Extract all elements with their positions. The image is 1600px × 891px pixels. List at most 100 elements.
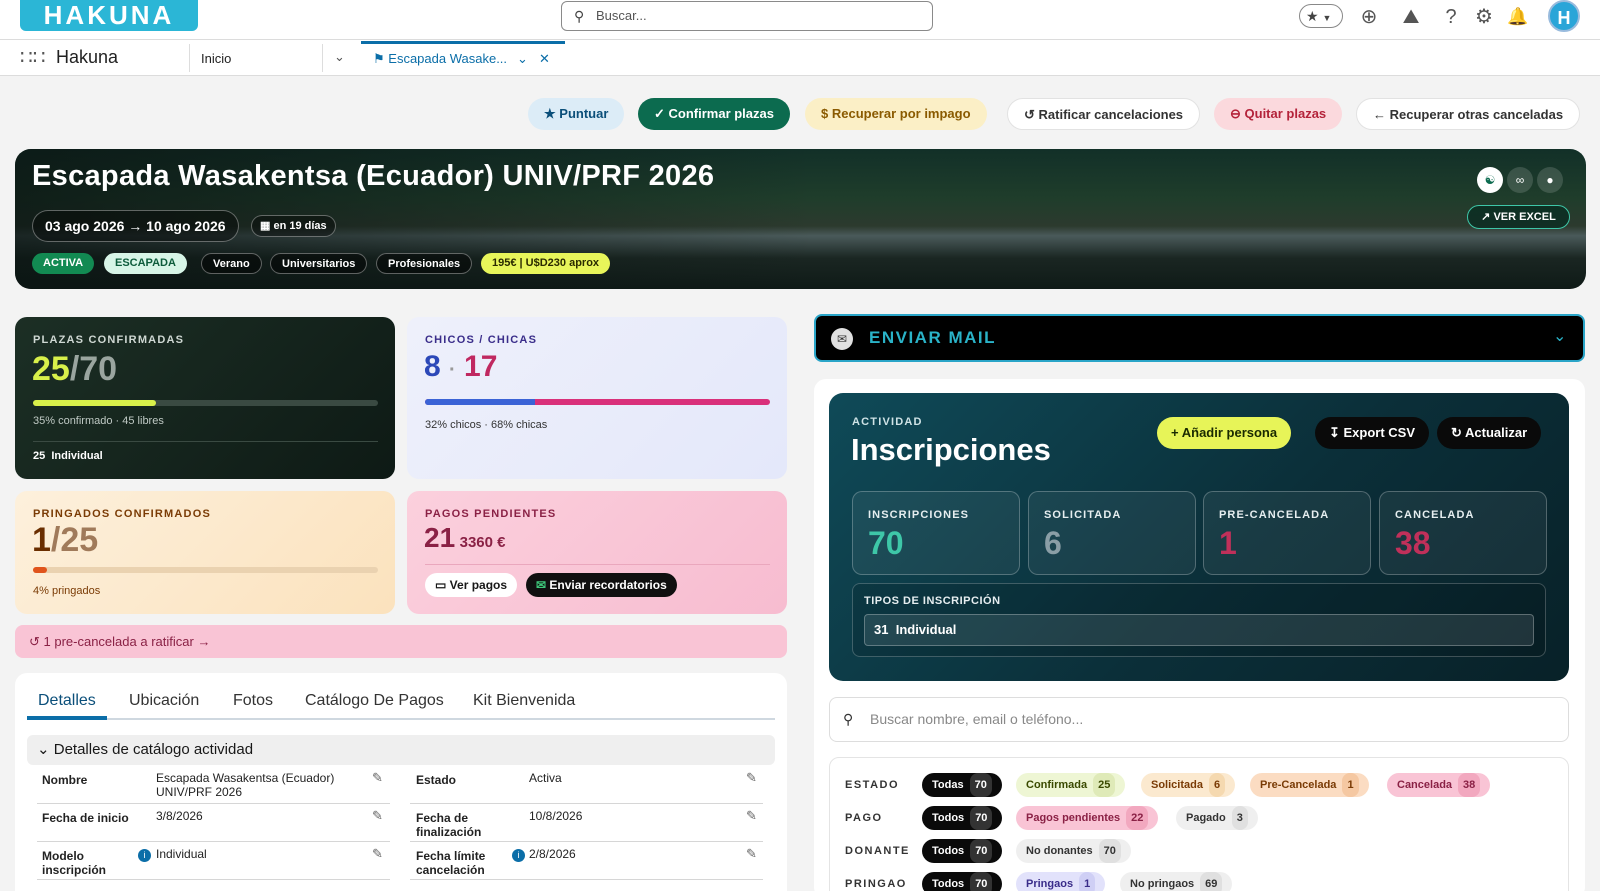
filter-chip-pringaos[interactable]: Pringaos 1	[1016, 872, 1106, 891]
ver-pagos-button[interactable]: ▭ Ver pagos	[425, 573, 518, 597]
tab-inicio[interactable]: Inicio	[201, 51, 231, 66]
filter-chip-pringao-todos[interactable]: Todos 70	[922, 872, 1003, 891]
chip-count: 1	[1079, 872, 1096, 891]
edit-icon[interactable]: ✎	[372, 846, 383, 862]
stat-solicitada[interactable]: SOLICITADA 6	[1028, 491, 1196, 575]
tab-fotos[interactable]: Fotos	[233, 692, 273, 710]
filter-chip-pago-todos[interactable]: Todos 70	[922, 806, 1003, 830]
divider	[425, 564, 770, 565]
lock-icon[interactable]: ●	[1537, 167, 1563, 193]
export-csv-button[interactable]: ↧ Export CSV	[1315, 417, 1430, 449]
tipo-count: 31	[874, 622, 889, 637]
participant-search-placeholder: Buscar nombre, email o teléfono...	[870, 711, 1084, 727]
globe-icon[interactable]: ☯	[1477, 167, 1503, 193]
edit-icon[interactable]: ✎	[372, 808, 383, 824]
divider	[37, 841, 390, 842]
filter-label-estado: ESTADO	[845, 779, 900, 791]
filter-chip-no-pringaos[interactable]: No pringaos 69	[1120, 872, 1233, 891]
ratificar-cancelaciones-button[interactable]: ↺ Ratificar cancelaciones	[1007, 98, 1201, 130]
tab-menu-chevron-icon[interactable]: ⌄	[517, 44, 528, 74]
bell-icon[interactable]: 🔔	[1506, 4, 1530, 30]
filter-chip-no-donantes[interactable]: No donantes 70	[1016, 839, 1131, 863]
stat-label: INSCRIPCIONES	[868, 509, 970, 521]
tab-kit-bienvenida[interactable]: Kit Bienvenida	[473, 692, 575, 710]
tag-universitarios: Universitarios	[270, 253, 368, 274]
filter-chip-estado-todas[interactable]: Todas 70	[922, 773, 1002, 797]
gear-icon[interactable]: ⚙	[1472, 4, 1496, 30]
filter-chip-confirmada[interactable]: Confirmada 25	[1016, 773, 1126, 797]
filter-chip-donante-todos[interactable]: Todos 70	[922, 839, 1003, 863]
pagos-label: PAGOS PENDIENTES	[425, 508, 557, 520]
quitar-label: Quitar plazas	[1244, 106, 1327, 121]
nav-menu-chevron-icon[interactable]: ⌄	[334, 49, 345, 65]
tipo-row-individual[interactable]: 31 Individual	[864, 614, 1534, 646]
plazas-type-name: Individual	[51, 450, 103, 462]
setup-tree-icon[interactable]: ⛰	[1399, 4, 1423, 30]
field-value-fecha-limite: 2/8/2026	[529, 847, 576, 861]
info-icon[interactable]: i	[138, 849, 151, 862]
genero-card: CHICOS / CHICAS 8 · 17 32% chicos · 68% …	[407, 317, 787, 479]
help-icon[interactable]: ?	[1439, 4, 1463, 30]
chicas-count: 17	[464, 350, 498, 383]
link-icon[interactable]: ∞	[1507, 167, 1533, 193]
pagos-value: 21 3360 €	[424, 522, 506, 554]
filter-chip-pagado[interactable]: Pagado 3	[1176, 806, 1258, 830]
genero-caption: 32% chicos · 68% chicas	[425, 419, 548, 431]
tab-close-icon[interactable]: ✕	[539, 44, 550, 74]
field-value-estado: Activa	[529, 771, 562, 785]
hakuna-logo[interactable]: HAKUNA	[20, 0, 198, 31]
favorites-dropdown[interactable]: ★ ▼	[1299, 4, 1343, 28]
section-header[interactable]: ⌄ Detalles de catálogo actividad	[27, 735, 775, 765]
recuperar-otras-button[interactable]: ← Recuperar otras canceladas	[1356, 98, 1581, 130]
add-person-button[interactable]: + Añadir persona	[1157, 417, 1292, 449]
plazas-progress-fill	[33, 400, 157, 406]
chip-label: Cancelada	[1397, 779, 1453, 791]
field-label-estado: Estado	[416, 773, 457, 787]
user-avatar[interactable]: H	[1548, 0, 1580, 32]
enviar-mail-panel[interactable]: ✉ ENVIAR MAIL ⌄	[814, 314, 1585, 362]
filter-chip-solicitada[interactable]: Solicitada 6	[1141, 773, 1236, 797]
field-label-modelo: Modelo inscripción	[42, 849, 107, 877]
pringados-total: /25	[50, 521, 99, 559]
app-name: Hakuna	[56, 47, 119, 67]
tag-escapada: ESCAPADA	[104, 253, 187, 274]
edit-icon[interactable]: ✎	[372, 770, 383, 786]
stat-label: SOLICITADA	[1044, 509, 1122, 521]
divider	[410, 803, 763, 804]
pringados-progress-fill	[33, 567, 47, 573]
edit-icon[interactable]: ✎	[746, 770, 757, 786]
app-launcher-icon[interactable]: ∷∷	[20, 48, 45, 68]
tab-escapada[interactable]: ⚑ Escapada Wasake... ⌄ ✕	[361, 41, 565, 75]
confirmar-plazas-button[interactable]: ✓ Confirmar plazas	[638, 98, 790, 130]
participant-search-input[interactable]: ⚲ Buscar nombre, email o teléfono...	[829, 697, 1569, 742]
stat-pre-cancelada[interactable]: PRE-CANCELADA 1	[1203, 491, 1371, 575]
global-search-input[interactable]: ⚲ Buscar...	[561, 1, 933, 31]
add-icon[interactable]: ⊕	[1357, 4, 1381, 30]
info-icon[interactable]: i	[512, 849, 525, 862]
tab-detalles[interactable]: Detalles	[38, 692, 96, 710]
filter-chip-cancelada[interactable]: Cancelada 38	[1387, 773, 1491, 797]
tag-profesionales: Profesionales	[376, 253, 473, 274]
external-link-icon: ↗	[1481, 211, 1494, 223]
filter-chip-pre-cancelada[interactable]: Pre-Cancelada 1	[1250, 773, 1369, 797]
tab-catalogo-pagos[interactable]: Catálogo De Pagos	[305, 692, 444, 710]
stat-cancelada[interactable]: CANCELADA 38	[1379, 491, 1547, 575]
edit-icon[interactable]: ✎	[746, 808, 757, 824]
filter-chip-pagos-pendientes[interactable]: Pagos pendientes 22	[1016, 806, 1159, 830]
plazas-label: PLAZAS CONFIRMADAS	[33, 334, 185, 346]
enviar-recordatorios-button[interactable]: ✉ Enviar recordatorios	[526, 573, 677, 597]
edit-icon[interactable]: ✎	[746, 846, 757, 862]
pringados-confirmed: 1	[32, 521, 51, 559]
chicos-count: 8	[424, 350, 441, 383]
recuperar-impago-button[interactable]: $ Recuperar por impago	[805, 98, 987, 130]
refresh-button[interactable]: ↻ Actualizar	[1437, 417, 1542, 449]
ratificar-alert[interactable]: ↺ 1 pre-cancelada a ratificar →	[15, 625, 787, 658]
ver-excel-button[interactable]: ↗ VER EXCEL	[1467, 205, 1570, 229]
quitar-plazas-button[interactable]: ⊖ Quitar plazas	[1214, 98, 1343, 130]
active-tab-indicator	[27, 716, 107, 720]
stat-inscripciones[interactable]: INSCRIPCIONES 70	[852, 491, 1020, 575]
refresh-label: Actualizar	[1465, 425, 1528, 440]
puntuar-button[interactable]: ★ Puntuar	[528, 98, 625, 130]
tab-ubicacion[interactable]: Ubicación	[129, 692, 199, 710]
chip-count: 70	[970, 806, 993, 830]
